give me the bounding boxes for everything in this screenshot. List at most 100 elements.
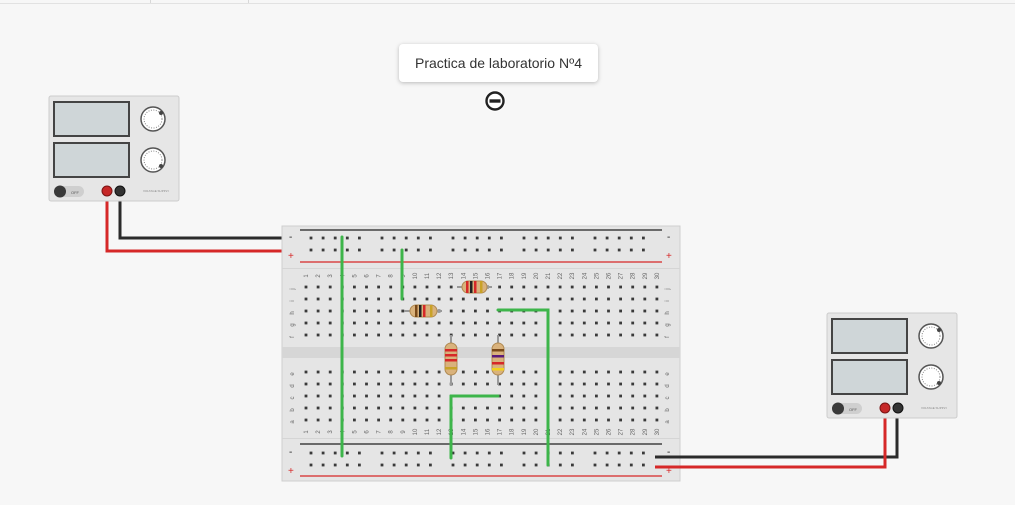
breadboard-hole[interactable]	[333, 236, 337, 240]
breadboard-hole[interactable]	[595, 333, 598, 337]
breadboard-hole[interactable]	[328, 418, 332, 422]
breadboard-hole[interactable]	[304, 309, 308, 313]
breadboard-hole[interactable]	[413, 370, 417, 374]
breadboard-hole[interactable]	[416, 463, 420, 467]
breadboard-hole[interactable]	[451, 463, 455, 467]
breadboard-hole[interactable]	[377, 297, 380, 301]
breadboard-hole[interactable]	[425, 321, 429, 325]
breadboard-hole[interactable]	[570, 418, 574, 422]
breadboard-hole[interactable]	[451, 248, 455, 252]
breadboard-hole[interactable]	[404, 451, 408, 455]
breadboard-hole[interactable]	[558, 418, 562, 422]
breadboard-hole[interactable]	[353, 285, 356, 289]
breadboard-hole[interactable]	[316, 333, 320, 337]
breadboard-hole[interactable]	[629, 463, 633, 467]
breadboard-hole[interactable]	[437, 321, 441, 325]
breadboard-hole[interactable]	[316, 285, 320, 289]
breadboard-hole[interactable]	[522, 370, 526, 374]
breadboard-hole[interactable]	[558, 321, 562, 325]
current-knob[interactable]	[918, 364, 944, 390]
black-terminal[interactable]	[892, 402, 904, 414]
breadboard-hole[interactable]	[401, 309, 405, 313]
breadboard-hole[interactable]	[582, 370, 586, 374]
breadboard-hole[interactable]	[655, 285, 659, 289]
breadboard-hole[interactable]	[570, 382, 574, 386]
breadboard-hole[interactable]	[425, 418, 429, 422]
breadboard-hole[interactable]	[631, 297, 635, 301]
breadboard-hole[interactable]	[377, 418, 380, 422]
breadboard-hole[interactable]	[595, 297, 598, 301]
breadboard-hole[interactable]	[607, 297, 610, 301]
breadboard-hole[interactable]	[429, 248, 432, 252]
breadboard-hole[interactable]	[392, 236, 396, 240]
breadboard-hole[interactable]	[486, 321, 489, 325]
breadboard-hole[interactable]	[461, 370, 465, 374]
breadboard-hole[interactable]	[607, 418, 610, 422]
breadboard-hole[interactable]	[619, 309, 622, 313]
breadboard-hole[interactable]	[449, 285, 453, 289]
breadboard-hole[interactable]	[607, 285, 610, 289]
breadboard-hole[interactable]	[475, 236, 479, 240]
breadboard-hole[interactable]	[474, 418, 477, 422]
breadboard-hole[interactable]	[631, 309, 635, 313]
breadboard-hole[interactable]	[642, 248, 645, 252]
breadboard-hole[interactable]	[353, 418, 356, 422]
breadboard-hole[interactable]	[631, 394, 635, 398]
breadboard-hole[interactable]	[316, 394, 320, 398]
breadboard-hole[interactable]	[429, 451, 432, 455]
breadboard-hole[interactable]	[619, 297, 622, 301]
breadboard-hole[interactable]	[353, 321, 356, 325]
breadboard-hole[interactable]	[353, 333, 356, 337]
breadboard-hole[interactable]	[486, 333, 489, 337]
breadboard-hole[interactable]	[475, 248, 479, 252]
breadboard-hole[interactable]	[500, 236, 503, 240]
breadboard-hole[interactable]	[321, 248, 325, 252]
breadboard-hole[interactable]	[617, 451, 621, 455]
breadboard-hole[interactable]	[328, 394, 332, 398]
breadboard-hole[interactable]	[475, 463, 479, 467]
breadboard-hole[interactable]	[345, 236, 349, 240]
breadboard-hole[interactable]	[401, 333, 405, 337]
breadboard-hole[interactable]	[582, 394, 586, 398]
breadboard-hole[interactable]	[437, 285, 441, 289]
breadboard-hole[interactable]	[500, 451, 503, 455]
breadboard-hole[interactable]	[328, 333, 332, 337]
breadboard-hole[interactable]	[309, 451, 313, 455]
breadboard-hole[interactable]	[377, 321, 380, 325]
breadboard-hole[interactable]	[304, 333, 308, 337]
breadboard-hole[interactable]	[534, 333, 538, 337]
breadboard-hole[interactable]	[655, 418, 659, 422]
breadboard-hole[interactable]	[328, 297, 332, 301]
breadboard-hole[interactable]	[425, 406, 429, 410]
breadboard-hole[interactable]	[487, 463, 491, 467]
breadboard-hole[interactable]	[413, 321, 417, 325]
breadboard-hole[interactable]	[389, 418, 393, 422]
breadboard-hole[interactable]	[558, 248, 562, 252]
breadboard-hole[interactable]	[570, 297, 574, 301]
breadboard-hole[interactable]	[607, 333, 610, 337]
breadboard-hole[interactable]	[413, 394, 417, 398]
breadboard-hole[interactable]	[365, 297, 368, 301]
breadboard-hole[interactable]	[522, 451, 526, 455]
breadboard-hole[interactable]	[392, 463, 396, 467]
breadboard-hole[interactable]	[487, 248, 491, 252]
breadboard-hole[interactable]	[534, 394, 538, 398]
breadboard-hole[interactable]	[309, 236, 313, 240]
breadboard-hole[interactable]	[425, 333, 429, 337]
breadboard-hole[interactable]	[392, 451, 396, 455]
breadboard-hole[interactable]	[461, 297, 465, 301]
breadboard-hole[interactable]	[534, 285, 538, 289]
breadboard-hole[interactable]	[353, 370, 356, 374]
breadboard-hole[interactable]	[353, 297, 356, 301]
breadboard-hole[interactable]	[595, 406, 598, 410]
breadboard-hole[interactable]	[353, 382, 356, 386]
breadboard-hole[interactable]	[619, 370, 622, 374]
breadboard-hole[interactable]	[570, 370, 574, 374]
breadboard-hole[interactable]	[629, 248, 633, 252]
breadboard-hole[interactable]	[642, 236, 645, 240]
breadboard-hole[interactable]	[486, 309, 489, 313]
breadboard-hole[interactable]	[316, 321, 320, 325]
breadboard-hole[interactable]	[534, 248, 538, 252]
breadboard-hole[interactable]	[605, 463, 609, 467]
breadboard-hole[interactable]	[655, 333, 659, 337]
